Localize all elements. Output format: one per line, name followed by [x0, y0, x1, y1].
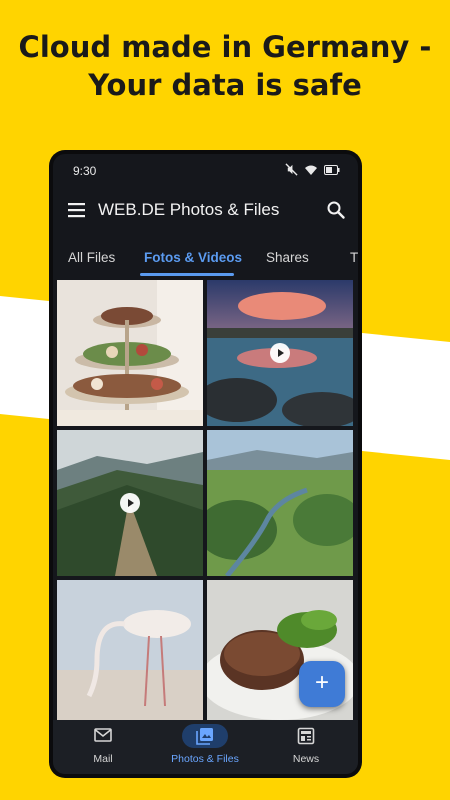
tab-bar: All Files Fotos & Videos Shares T [53, 240, 358, 276]
tab-shares[interactable]: Shares [266, 250, 309, 265]
mute-icon [285, 163, 298, 176]
status-time: 9:30 [73, 164, 97, 178]
photo-tile-cake-stand[interactable] [57, 280, 203, 426]
nav-label-photos-files: Photos & Files [171, 753, 239, 765]
status-bar: 9:30 [53, 154, 358, 186]
app-title: WEB.DE Photos & Files [98, 200, 280, 219]
photo-tile-mountain-ridge[interactable] [57, 430, 203, 576]
video-play-icon [120, 493, 140, 513]
valley-river-photo [207, 430, 353, 576]
add-fab-button[interactable]: + [299, 661, 345, 707]
tab-truncated[interactable]: T [350, 250, 358, 265]
photo-tile-lake-sunset[interactable] [207, 280, 353, 426]
app-screen: 9:30 WEB.DE Photos & Files All Files Fot… [53, 154, 358, 774]
nav-item-news[interactable]: News [256, 720, 356, 774]
cake-stand-photo [57, 280, 203, 426]
mail-icon [94, 728, 112, 742]
plus-icon: + [314, 669, 329, 696]
nav-label-mail: Mail [93, 753, 113, 765]
headline-line-2: Your data is safe [88, 68, 362, 102]
tab-all-files[interactable]: All Files [68, 250, 115, 265]
promo-headline: Cloud made in Germany - Your data is saf… [0, 28, 450, 104]
bottom-navigation: Mail Photos & Files News [53, 720, 358, 774]
video-play-icon [270, 343, 290, 363]
photos-icon [196, 728, 213, 745]
nav-item-mail[interactable]: Mail [53, 720, 153, 774]
news-icon [297, 727, 315, 745]
battery-icon [324, 164, 340, 175]
hamburger-menu-icon[interactable] [67, 201, 87, 219]
tab-fotos-videos[interactable]: Fotos & Videos [144, 250, 242, 265]
photo-grid [57, 280, 354, 726]
search-icon[interactable] [326, 200, 346, 220]
photo-tile-flamingo[interactable] [57, 580, 203, 726]
nav-label-news: News [292, 753, 320, 765]
flamingo-photo [57, 580, 203, 726]
phone-frame: 9:30 WEB.DE Photos & Files All Files Fot… [49, 150, 362, 778]
app-bar: WEB.DE Photos & Files [53, 188, 358, 232]
wifi-icon [305, 165, 317, 175]
active-tab-indicator [140, 273, 234, 276]
headline-line-1: Cloud made in Germany - [18, 30, 432, 64]
nav-item-photos-files[interactable]: Photos & Files [155, 720, 255, 774]
status-icons [285, 163, 340, 176]
photo-tile-valley-river[interactable] [207, 430, 353, 576]
